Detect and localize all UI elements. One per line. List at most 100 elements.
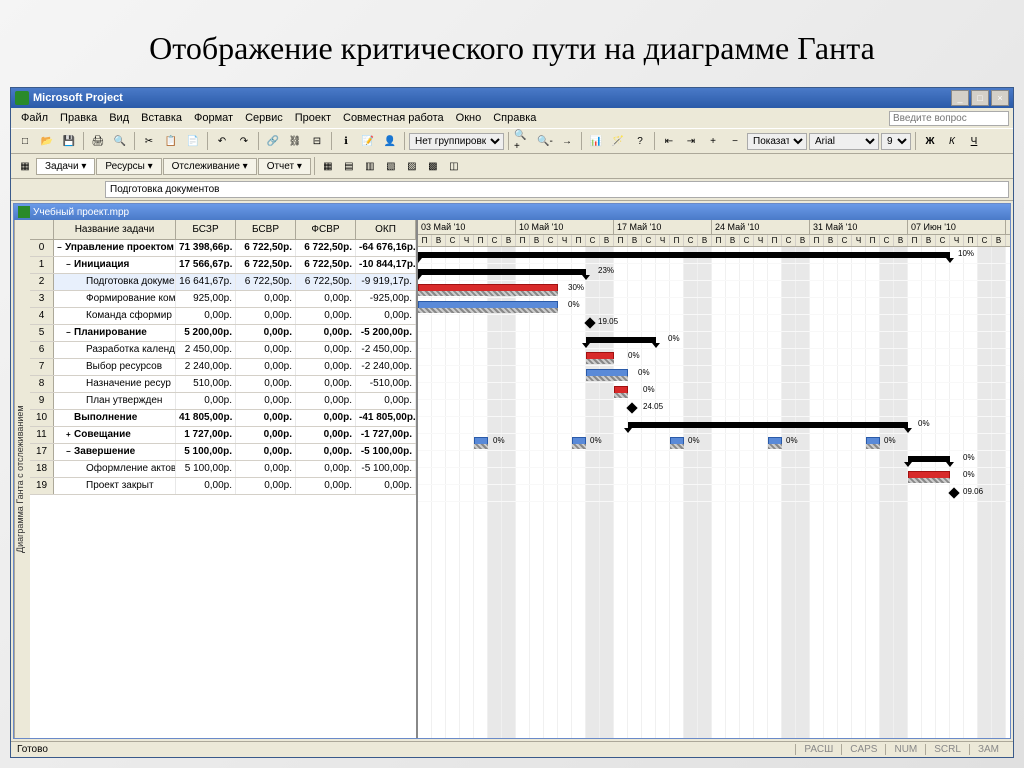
- save-button[interactable]: 💾: [59, 131, 79, 151]
- cell-fsvr[interactable]: 6 722,50р.: [296, 257, 356, 273]
- task-name[interactable]: Команда сформир: [54, 308, 176, 324]
- menu-file[interactable]: Файл: [15, 110, 54, 126]
- tab-tasks[interactable]: Задачи ▾: [36, 158, 95, 175]
- table-row[interactable]: 7Выбор ресурсов2 240,00р.0,00р.0,00р.-2 …: [30, 359, 416, 376]
- cell-bsvr[interactable]: 6 722,50р.: [236, 274, 296, 290]
- gantt-row[interactable]: 0%: [418, 349, 1010, 366]
- task-name[interactable]: Проект закрыт: [54, 478, 176, 494]
- table-row[interactable]: 5−Планирование5 200,00р.0,00р.0,00р.-5 2…: [30, 325, 416, 342]
- cell-bsvr[interactable]: 0,00р.: [236, 308, 296, 324]
- task-name[interactable]: Разработка календ: [54, 342, 176, 358]
- cell-fsvr[interactable]: 0,00р.: [296, 478, 356, 494]
- gantt-row[interactable]: 0%: [418, 468, 1010, 485]
- task-name[interactable]: −Планирование: [54, 325, 176, 341]
- row-number[interactable]: 11: [30, 427, 54, 443]
- cell-fsvr[interactable]: 0,00р.: [296, 461, 356, 477]
- underline-button[interactable]: Ч: [964, 131, 984, 151]
- cell-fsvr[interactable]: 0,00р.: [296, 444, 356, 460]
- table-row[interactable]: 3Формирование ком925,00р.0,00р.0,00р.-92…: [30, 291, 416, 308]
- split-button[interactable]: ⊟: [307, 131, 327, 151]
- row-number[interactable]: 4: [30, 308, 54, 324]
- tab-view5-button[interactable]: ▨: [402, 156, 422, 176]
- cell-okp[interactable]: -510,00р.: [356, 376, 416, 392]
- table-row[interactable]: 17−Завершение5 100,00р.0,00р.0,00р.-5 10…: [30, 444, 416, 461]
- zoom-in-button[interactable]: 🔍+: [513, 131, 533, 151]
- table-row[interactable]: 9План утвержден0,00р.0,00р.0,00р.0,00р.: [30, 393, 416, 410]
- cell-fsvr[interactable]: 0,00р.: [296, 325, 356, 341]
- row-number[interactable]: 10: [30, 410, 54, 426]
- menu-help[interactable]: Справка: [487, 110, 542, 126]
- row-number[interactable]: 2: [30, 274, 54, 290]
- row-number[interactable]: 5: [30, 325, 54, 341]
- cell-okp[interactable]: -41 805,00р.: [356, 410, 416, 426]
- task-name[interactable]: −Управление проектом: [54, 240, 176, 256]
- menu-insert[interactable]: Вставка: [135, 110, 188, 126]
- copy-button[interactable]: 📋: [161, 131, 181, 151]
- cell-bszr[interactable]: 2 450,00р.: [176, 342, 236, 358]
- cell-okp[interactable]: -10 844,17р.: [356, 257, 416, 273]
- cell-fsvr[interactable]: 0,00р.: [296, 308, 356, 324]
- expand-button[interactable]: +: [703, 131, 723, 151]
- new-button[interactable]: □: [15, 131, 35, 151]
- row-number[interactable]: 8: [30, 376, 54, 392]
- row-number[interactable]: 19: [30, 478, 54, 494]
- cell-bsvr[interactable]: 0,00р.: [236, 359, 296, 375]
- gantt-row[interactable]: 24.05: [418, 400, 1010, 417]
- cell-bsvr[interactable]: 0,00р.: [236, 393, 296, 409]
- table-row[interactable]: 18Оформление актов5 100,00р.0,00р.0,00р.…: [30, 461, 416, 478]
- task-name[interactable]: −Инициация: [54, 257, 176, 273]
- cell-bsvr[interactable]: 0,00р.: [236, 325, 296, 341]
- table-row[interactable]: 11+Совещание1 727,00р.0,00р.0,00р.-1 727…: [30, 427, 416, 444]
- wizard-button[interactable]: 🪄: [608, 131, 628, 151]
- cell-okp[interactable]: -925,00р.: [356, 291, 416, 307]
- table-row[interactable]: 2Подготовка докуме16 641,67р.6 722,50р.6…: [30, 274, 416, 291]
- tab-view1-button[interactable]: ▦: [318, 156, 338, 176]
- font-select[interactable]: Arial: [809, 133, 879, 150]
- cell-bszr[interactable]: 925,00р.: [176, 291, 236, 307]
- undo-button[interactable]: ↶: [212, 131, 232, 151]
- menu-view[interactable]: Вид: [103, 110, 135, 126]
- task-name[interactable]: Назначение ресур: [54, 376, 176, 392]
- preview-button[interactable]: 🔍: [110, 131, 130, 151]
- gantt-row[interactable]: 30%: [418, 281, 1010, 298]
- cell-bszr[interactable]: 2 240,00р.: [176, 359, 236, 375]
- menu-tools[interactable]: Сервис: [239, 110, 289, 126]
- tab-report[interactable]: Отчет ▾: [258, 158, 311, 175]
- cell-bszr[interactable]: 5 100,00р.: [176, 444, 236, 460]
- cell-okp[interactable]: -5 100,00р.: [356, 461, 416, 477]
- menu-collab[interactable]: Совместная работа: [337, 110, 450, 126]
- unlink-button[interactable]: ⛓: [285, 131, 305, 151]
- task-name[interactable]: +Совещание: [54, 427, 176, 443]
- cell-bszr[interactable]: 0,00р.: [176, 478, 236, 494]
- cell-okp[interactable]: -9 919,17р.: [356, 274, 416, 290]
- info-button[interactable]: ℹ: [336, 131, 356, 151]
- zoom-out-button[interactable]: 🔍-: [535, 131, 555, 151]
- cell-bszr[interactable]: 1 727,00р.: [176, 427, 236, 443]
- cell-bszr[interactable]: 17 566,67р.: [176, 257, 236, 273]
- gantt-row[interactable]: 0%: [418, 383, 1010, 400]
- row-number[interactable]: 7: [30, 359, 54, 375]
- collapse-button[interactable]: −: [725, 131, 745, 151]
- notes-button[interactable]: 📝: [358, 131, 378, 151]
- cell-bszr[interactable]: 5 200,00р.: [176, 325, 236, 341]
- task-name[interactable]: Оформление актов: [54, 461, 176, 477]
- col-okp[interactable]: ОКП: [356, 220, 416, 239]
- cell-bsvr[interactable]: 6 722,50р.: [236, 240, 296, 256]
- task-name[interactable]: Формирование ком: [54, 291, 176, 307]
- row-number[interactable]: 6: [30, 342, 54, 358]
- cell-fsvr[interactable]: 0,00р.: [296, 393, 356, 409]
- cell-fsvr[interactable]: 0,00р.: [296, 359, 356, 375]
- col-rownum[interactable]: [30, 220, 54, 239]
- cell-okp[interactable]: 0,00р.: [356, 393, 416, 409]
- gantt-row[interactable]: 0%: [418, 451, 1010, 468]
- cell-okp[interactable]: -1 727,00р.: [356, 427, 416, 443]
- col-bszr[interactable]: БСЗР: [176, 220, 236, 239]
- cell-okp[interactable]: -64 676,16р.: [356, 240, 416, 256]
- task-name[interactable]: Выполнение: [54, 410, 176, 426]
- gantt-bar[interactable]: [418, 252, 950, 258]
- tab-view6-button[interactable]: ▩: [423, 156, 443, 176]
- row-number[interactable]: 9: [30, 393, 54, 409]
- gantt-bar[interactable]: [418, 269, 586, 275]
- cell-bszr[interactable]: 0,00р.: [176, 308, 236, 324]
- col-bsvr[interactable]: БСВР: [236, 220, 296, 239]
